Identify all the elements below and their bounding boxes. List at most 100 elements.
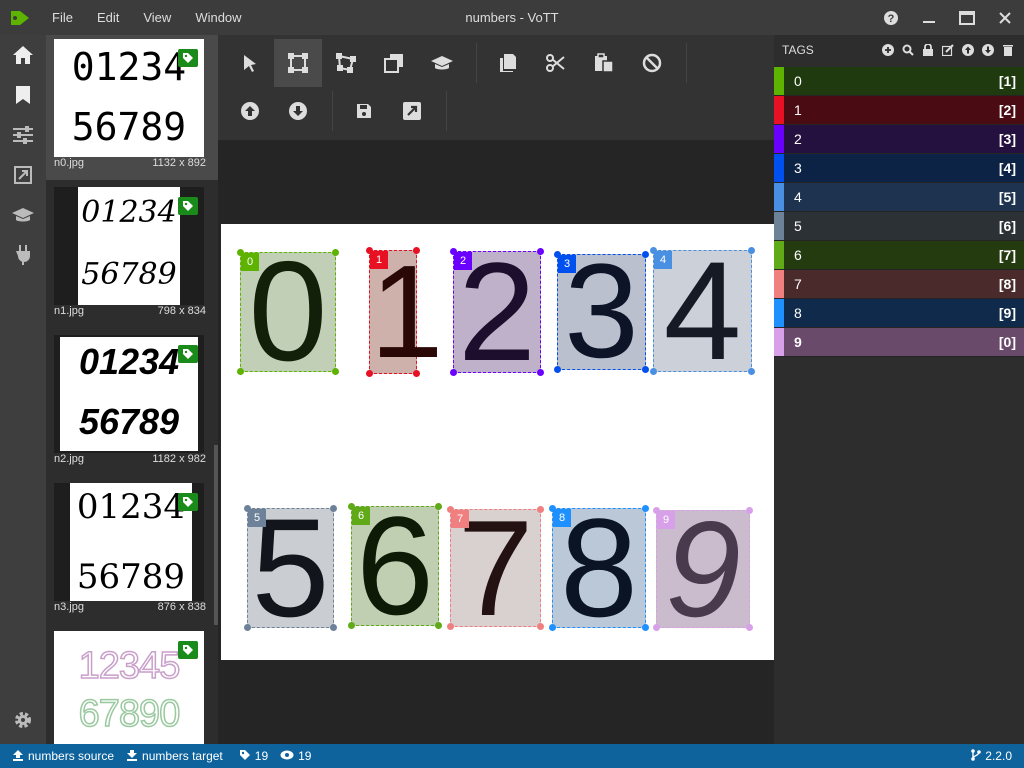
menu-edit[interactable]: Edit [85, 0, 131, 35]
thumbnail-digits: 56789 [71, 105, 187, 149]
asset-thumbnail[interactable]: 01234 56789 n0.jpg 1132 x 892 [46, 35, 218, 180]
help-icon[interactable]: ? [872, 0, 910, 35]
region-box[interactable]: 6 6 [348, 496, 442, 636]
tag-name: 5 [794, 218, 802, 234]
move-up-icon[interactable] [960, 42, 976, 58]
select-icon[interactable] [226, 39, 274, 87]
rectangle-icon[interactable] [274, 39, 322, 87]
menu-file[interactable]: File [40, 0, 85, 35]
tag-item[interactable]: 8 [9] [774, 299, 1024, 328]
tagged-icon [178, 493, 198, 511]
minimize-icon[interactable] [910, 0, 948, 35]
copy-icon[interactable] [484, 39, 532, 87]
region-box[interactable]: 5 5 [244, 498, 337, 638]
menu-window[interactable]: Window [183, 0, 253, 35]
home-icon[interactable] [0, 35, 46, 75]
asset-thumbnail[interactable]: 12345 67890 [46, 627, 218, 744]
visited-count: 19 [280, 749, 311, 763]
tag-item[interactable]: 6 [7] [774, 241, 1024, 270]
tag-item[interactable]: 4 [5] [774, 183, 1024, 212]
menu-bar: File Edit View Window [40, 0, 254, 35]
export-icon[interactable] [388, 87, 436, 135]
tag-name: 2 [794, 131, 802, 147]
export-icon[interactable] [0, 155, 46, 195]
region-tag-label: 5 [248, 509, 266, 527]
asset-size: 1132 x 892 [152, 157, 206, 169]
code-branch-icon [971, 748, 982, 764]
move-down-icon[interactable] [980, 42, 996, 58]
thumbnail-digits: 56789 [81, 257, 177, 292]
copy-region-icon[interactable] [370, 39, 418, 87]
title-bar: File Edit View Window numbers - VoTT ? [0, 0, 1024, 35]
lock-icon[interactable] [920, 42, 936, 58]
asset-list: 01234 56789 n0.jpg 1132 x 892 01234 56789… [46, 35, 218, 744]
tag-hotkey: [0] [998, 334, 1016, 350]
tag-item[interactable]: 5 [6] [774, 212, 1024, 241]
asset-name: n3.jpg [54, 601, 84, 613]
asset-size: 876 x 838 [157, 601, 206, 613]
asset-thumbnail[interactable]: 01234 56789 n1.jpg 798 x 834 [46, 183, 218, 328]
app-logo-icon [0, 0, 40, 35]
tag-item-selected[interactable]: 9 [0] [774, 328, 1024, 357]
download-icon [126, 749, 138, 764]
tag-color-swatch [774, 67, 784, 95]
region-tag-label: 3 [558, 255, 576, 273]
region-box[interactable]: 1 1 [366, 246, 443, 378]
region-tag-label: 9 [657, 511, 675, 529]
nav-sidebar [0, 35, 46, 744]
tag-color-swatch [774, 183, 784, 211]
editor-canvas[interactable]: 0 0 1 1 2 2 3 3 4 4 5 5 6 6 7 7 8 8 9 9 [218, 140, 774, 744]
tag-hotkey: [9] [998, 305, 1016, 321]
region-box[interactable]: 9 9 [653, 501, 753, 637]
region-box[interactable]: 0 0 [237, 241, 339, 383]
region-box[interactable]: 4 4 [650, 241, 755, 381]
asset-image[interactable]: 0 0 1 1 2 2 3 3 4 4 5 5 6 6 7 7 8 8 9 9 [221, 224, 774, 660]
clear-icon[interactable] [628, 39, 676, 87]
delete-icon[interactable] [1000, 42, 1016, 58]
polygon-icon[interactable] [322, 39, 370, 87]
search-icon[interactable] [900, 42, 916, 58]
gear-icon[interactable] [0, 700, 46, 740]
tag-item[interactable]: 0 [1] [774, 67, 1024, 96]
asset-thumbnail[interactable]: 01234 56789 n2.jpg 1182 x 982 [46, 331, 218, 476]
active-learning-icon[interactable] [418, 39, 466, 87]
region-box[interactable]: 3 3 [554, 245, 649, 379]
edit-icon[interactable] [940, 42, 956, 58]
previous-asset-icon[interactable] [226, 87, 274, 135]
tags-title: TAGS [782, 43, 814, 57]
tag-hotkey: [4] [998, 160, 1016, 176]
tag-name: 7 [794, 276, 802, 292]
tag-color-swatch [774, 96, 784, 124]
maximize-icon[interactable] [948, 0, 986, 35]
add-icon[interactable] [880, 42, 896, 58]
region-box[interactable]: 7 7 [447, 500, 544, 636]
next-asset-icon[interactable] [274, 87, 322, 135]
tag-item[interactable]: 1 [2] [774, 96, 1024, 125]
eye-icon [280, 749, 294, 763]
tag-name: 0 [794, 73, 802, 89]
tag-item[interactable]: 2 [3] [774, 125, 1024, 154]
close-icon[interactable] [986, 0, 1024, 35]
tag-hotkey: [8] [998, 276, 1016, 292]
tag-name: 1 [794, 102, 802, 118]
graduation-cap-icon[interactable] [0, 195, 46, 235]
paste-icon[interactable] [580, 39, 628, 87]
sliders-icon[interactable] [0, 115, 46, 155]
region-box[interactable]: 2 2 [450, 242, 544, 382]
cut-icon[interactable] [532, 39, 580, 87]
tag-hotkey: [1] [998, 73, 1016, 89]
region-box[interactable]: 8 8 [549, 498, 649, 638]
tag-item[interactable]: 7 [8] [774, 270, 1024, 299]
asset-thumbnail[interactable]: 01234 56789 n3.jpg 876 x 838 [46, 479, 218, 624]
tag-hotkey: [7] [998, 247, 1016, 263]
region-tag-label: 6 [352, 507, 370, 525]
source-connection[interactable]: numbers source [12, 749, 114, 764]
target-connection[interactable]: numbers target [126, 749, 223, 764]
tagged-count: 19 [239, 749, 268, 764]
tag-item[interactable]: 3 [4] [774, 154, 1024, 183]
menu-view[interactable]: View [131, 0, 183, 35]
plug-icon[interactable] [0, 235, 46, 275]
asset-name: n1.jpg [54, 305, 84, 317]
save-icon[interactable] [340, 87, 388, 135]
bookmark-icon[interactable] [0, 75, 46, 115]
